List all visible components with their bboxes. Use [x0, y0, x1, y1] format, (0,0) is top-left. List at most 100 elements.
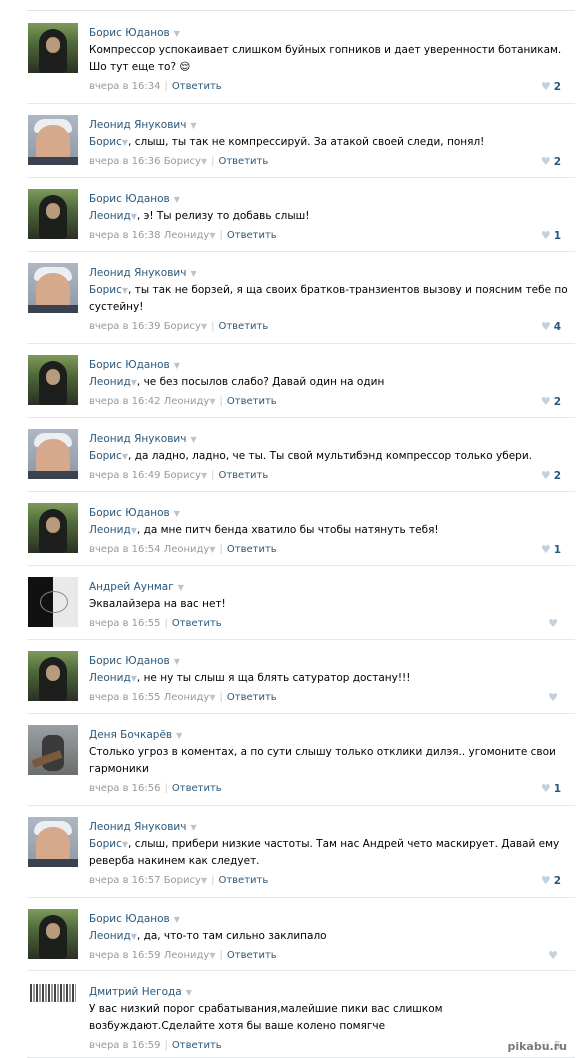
reply-button[interactable]: Ответить — [218, 875, 268, 886]
author-menu-icon[interactable]: ▼ — [190, 435, 196, 444]
heart-icon[interactable]: ♥ — [541, 320, 551, 333]
avatar[interactable] — [28, 817, 78, 867]
like-button[interactable]: ♥ — [548, 949, 561, 962]
comment-date[interactable]: вчера в 16:34 — [89, 81, 161, 92]
comment-author[interactable]: Дмитрий Негода ▼ — [89, 986, 192, 998]
comment-author[interactable]: Борис Юданов ▼ — [89, 655, 180, 667]
heart-icon[interactable]: ♥ — [541, 80, 551, 93]
heart-icon[interactable]: ♥ — [548, 691, 558, 704]
comment-author[interactable]: Леонид Янукович ▼ — [89, 119, 197, 131]
author-menu-icon[interactable]: ▼ — [176, 731, 182, 740]
author-name[interactable]: Леонид Янукович — [89, 433, 186, 445]
reply-button[interactable]: Ответить — [172, 783, 222, 794]
comment-author[interactable]: Андрей Аунмаг ▼ — [89, 581, 184, 593]
reply-button[interactable]: Ответить — [172, 81, 222, 92]
reply-button[interactable]: Ответить — [227, 396, 277, 407]
author-menu-icon[interactable]: ▼ — [174, 509, 180, 518]
like-button[interactable]: ♥ 2 — [541, 874, 561, 887]
author-name[interactable]: Борис Юданов — [89, 193, 170, 205]
author-menu-icon[interactable]: ▼ — [174, 195, 180, 204]
author-menu-icon[interactable]: ▼ — [186, 988, 192, 997]
like-button[interactable]: ♥ 4 — [541, 320, 561, 333]
mention-link[interactable]: Борис▼ — [89, 450, 128, 462]
author-name[interactable]: Деня Бочкарёв — [89, 729, 172, 741]
reply-target[interactable]: Борису▼ — [161, 321, 207, 332]
reply-target-name[interactable]: Леониду — [164, 544, 210, 555]
avatar[interactable] — [28, 189, 78, 239]
reply-target[interactable]: Леониду▼ — [161, 230, 216, 241]
author-menu-icon[interactable]: ▼ — [174, 657, 180, 666]
author-menu-icon[interactable]: ▼ — [190, 269, 196, 278]
heart-icon[interactable]: ♥ — [548, 949, 558, 962]
mention-link[interactable]: Леонид▼ — [89, 672, 137, 684]
comment-date[interactable]: вчера в 16:59 — [89, 950, 161, 961]
author-name[interactable]: Леонид Янукович — [89, 821, 186, 833]
author-name[interactable]: Борис Юданов — [89, 655, 170, 667]
comment-author[interactable]: Леонид Янукович ▼ — [89, 821, 197, 833]
like-button[interactable]: ♥ — [548, 691, 561, 704]
reply-target[interactable]: Леониду▼ — [161, 544, 216, 555]
author-menu-icon[interactable]: ▼ — [190, 823, 196, 832]
comment-author[interactable]: Леонид Янукович ▼ — [89, 267, 197, 279]
comment-date[interactable]: вчера в 16:55 — [89, 618, 161, 629]
author-name[interactable]: Леонид Янукович — [89, 267, 186, 279]
reply-button[interactable]: Ответить — [227, 692, 277, 703]
heart-icon[interactable]: ♥ — [541, 874, 551, 887]
reply-button[interactable]: Ответить — [218, 321, 268, 332]
comment-author[interactable]: Борис Юданов ▼ — [89, 27, 180, 39]
avatar[interactable] — [28, 651, 78, 701]
comment-date[interactable]: вчера в 16:55 — [89, 692, 161, 703]
reply-target[interactable]: Леониду▼ — [161, 396, 216, 407]
like-button[interactable]: ♥ 1 — [541, 543, 561, 556]
mention-name[interactable]: Борис — [89, 450, 122, 462]
reply-target-name[interactable]: Борису — [164, 470, 201, 481]
author-name[interactable]: Борис Юданов — [89, 359, 170, 371]
mention-link[interactable]: Леонид▼ — [89, 930, 137, 942]
comment-date[interactable]: вчера в 16:57 — [89, 875, 161, 886]
heart-icon[interactable]: ♥ — [541, 543, 551, 556]
mention-link[interactable]: Борис▼ — [89, 838, 128, 850]
comment-date[interactable]: вчера в 16:56 — [89, 783, 161, 794]
mention-link[interactable]: Леонид▼ — [89, 524, 137, 536]
reply-target-name[interactable]: Борису — [164, 156, 201, 167]
avatar[interactable] — [28, 115, 78, 165]
author-name[interactable]: Леонид Янукович — [89, 119, 186, 131]
reply-button[interactable]: Ответить — [227, 230, 277, 241]
reply-button[interactable]: Ответить — [227, 950, 277, 961]
reply-target-name[interactable]: Леониду — [164, 950, 210, 961]
author-name[interactable]: Дмитрий Негода — [89, 986, 182, 998]
comment-author[interactable]: Леонид Янукович ▼ — [89, 433, 197, 445]
avatar[interactable] — [28, 725, 78, 775]
author-menu-icon[interactable]: ▼ — [174, 29, 180, 38]
comment-author[interactable]: Борис Юданов ▼ — [89, 507, 180, 519]
avatar[interactable] — [28, 577, 78, 627]
comment-author[interactable]: Борис Юданов ▼ — [89, 193, 180, 205]
mention-name[interactable]: Борис — [89, 136, 122, 148]
comment-author[interactable]: Борис Юданов ▼ — [89, 913, 180, 925]
reply-target-name[interactable]: Леониду — [164, 396, 210, 407]
author-name[interactable]: Борис Юданов — [89, 507, 170, 519]
reply-button[interactable]: Ответить — [218, 470, 268, 481]
mention-name[interactable]: Леонид — [89, 376, 131, 388]
mention-name[interactable]: Леонид — [89, 672, 131, 684]
mention-name[interactable]: Леонид — [89, 524, 131, 536]
reply-target[interactable]: Леониду▼ — [161, 950, 216, 961]
avatar[interactable] — [28, 503, 78, 553]
reply-target-name[interactable]: Борису — [164, 321, 201, 332]
mention-name[interactable]: Борис — [89, 838, 122, 850]
avatar[interactable] — [28, 23, 78, 73]
like-button[interactable]: ♥ 2 — [541, 395, 561, 408]
reply-target-name[interactable]: Борису — [164, 875, 201, 886]
heart-icon[interactable]: ♥ — [541, 155, 551, 168]
comment-date[interactable]: вчера в 16:39 — [89, 321, 161, 332]
heart-icon[interactable]: ♥ — [541, 469, 551, 482]
mention-link[interactable]: Леонид▼ — [89, 376, 137, 388]
comment-date[interactable]: вчера в 16:38 — [89, 230, 161, 241]
comment-date[interactable]: вчера в 16:42 — [89, 396, 161, 407]
heart-icon[interactable]: ♥ — [541, 782, 551, 795]
avatar[interactable] — [28, 909, 78, 959]
avatar[interactable] — [28, 429, 78, 479]
avatar[interactable] — [28, 355, 78, 405]
like-button[interactable]: ♥ 1 — [541, 782, 561, 795]
comment-author[interactable]: Деня Бочкарёв ▼ — [89, 729, 182, 741]
